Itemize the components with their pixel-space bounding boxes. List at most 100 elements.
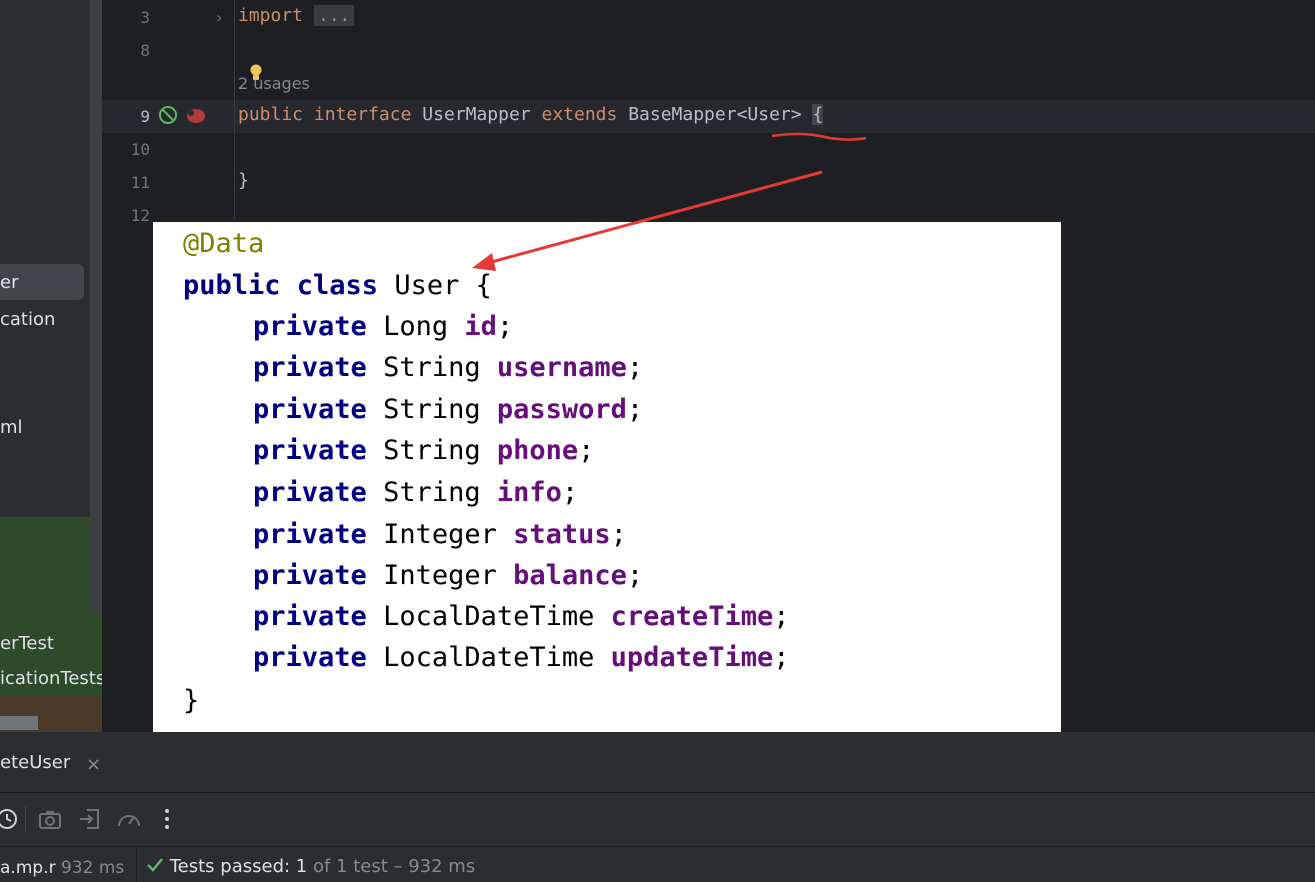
field-type: Integer [383,560,497,591]
field-line: private String password; [253,394,643,425]
generic-type: <User> [736,104,802,125]
field-modifier: private [253,642,367,673]
history-icon[interactable] [0,806,20,832]
semicolon: ; [561,477,579,508]
line-number: 10 [130,140,150,159]
code-line-interface: public interface UserMapper extends Base… [238,104,824,125]
field-name: updateTime [610,642,774,673]
field-line: private Long id; [253,311,513,342]
field-line: private Integer balance; [253,560,643,591]
semicolon: ; [626,560,644,591]
class-closing-brace: } [183,685,200,716]
toolbar-separator [25,806,26,832]
field-line: private Integer status; [253,519,627,550]
class-name: User { [394,270,492,301]
field-modifier: private [253,601,367,632]
field-name: phone [496,435,579,466]
field-type: LocalDateTime [383,601,595,632]
field-type: Integer [383,519,497,550]
tree-item-mapper-test[interactable]: erTest [0,633,54,654]
field-name: balance [513,560,627,591]
field-line: private String username; [253,352,643,383]
field-modifier: private [253,394,367,425]
indent-guide [234,0,235,222]
folded-imports[interactable]: ... [313,5,355,26]
class-declaration: public class User { [183,270,492,301]
import-keyword: import [238,5,304,26]
divider [136,846,137,882]
camera-icon[interactable] [37,806,63,832]
field-line: private LocalDateTime updateTime; [253,642,789,673]
no-implementations-icon[interactable] [159,106,177,124]
line-number: 9 [140,107,150,126]
fold-chevron-icon[interactable]: › [216,8,222,27]
field-name: username [496,352,627,383]
open-brace: { [812,104,824,125]
field-modifier: private [253,435,367,466]
class-keywords: public class [183,270,379,301]
field-line: private String phone; [253,435,594,466]
field-type: LocalDateTime [383,642,595,673]
interface-name: UserMapper [422,104,531,125]
test-name-label: a.mp.r [0,858,56,878]
field-modifier: private [253,477,367,508]
tests-passed-label: Tests passed: 1 [169,856,308,877]
field-name: status [513,519,611,550]
public-keyword: public [238,104,304,125]
field-modifier: private [253,519,367,550]
data-annotation: @Data [183,228,265,259]
project-scrollbar[interactable] [90,0,102,612]
semicolon: ; [626,394,644,425]
field-name: id [464,311,497,342]
horizontal-scrollbar[interactable] [0,716,38,730]
tree-item-mapper[interactable]: er [0,272,18,293]
user-class-image: @Data public class User { private Long i… [153,222,1061,738]
field-type: String [383,394,481,425]
mybatis-bird-icon[interactable] [187,109,205,123]
tree-item-application[interactable]: cation [0,309,55,330]
field-name: password [496,394,627,425]
coverage-icon[interactable] [116,806,142,832]
semicolon: ; [773,601,790,632]
extends-keyword: extends [541,104,618,125]
semicolon: ; [626,352,644,383]
code-line-close: } [238,170,249,191]
field-name: createTime [610,601,774,632]
tree-item-xml[interactable]: ml [0,417,23,438]
import-tests-icon[interactable] [77,806,103,832]
field-name: info [496,477,562,508]
field-type: Long [383,311,449,342]
line-number: 11 [130,173,150,192]
pass-check-icon [147,858,163,872]
field-modifier: private [253,311,367,342]
gutter-icons [159,106,205,124]
divider [0,792,1315,793]
field-type: String [383,435,481,466]
semicolon: ; [773,642,790,673]
code-line-import: import ... [238,5,355,26]
field-modifier: private [253,352,367,383]
field-modifier: private [253,560,367,591]
field-line: private LocalDateTime createTime; [253,601,789,632]
line-number: 3 [140,8,150,27]
field-line: private String info; [253,477,578,508]
more-options-icon[interactable] [154,806,180,832]
semicolon: ; [610,519,627,550]
test-duration: 932 ms [60,858,125,878]
field-type: String [383,352,481,383]
test-tree-item[interactable]: a.mp.r 932 ms [0,858,124,878]
base-mapper-type: BaseMapper [628,104,737,125]
line-number: 12 [130,206,150,225]
run-tab-label[interactable]: eteUser [0,752,70,773]
tree-item-application-tests[interactable]: icationTests [0,668,105,689]
divider [0,846,1315,847]
line-number: 8 [140,41,150,60]
run-tab-close-icon[interactable]: × [86,754,101,775]
test-status: Tests passed: 1 of 1 test – 932 ms [146,856,475,877]
semicolon: ; [578,435,595,466]
tests-summary: of 1 test – 932 ms [307,856,476,877]
semicolon: ; [496,311,514,342]
lightbulb-icon[interactable] [249,64,263,82]
interface-keyword: interface [313,104,412,125]
field-type: String [383,477,481,508]
